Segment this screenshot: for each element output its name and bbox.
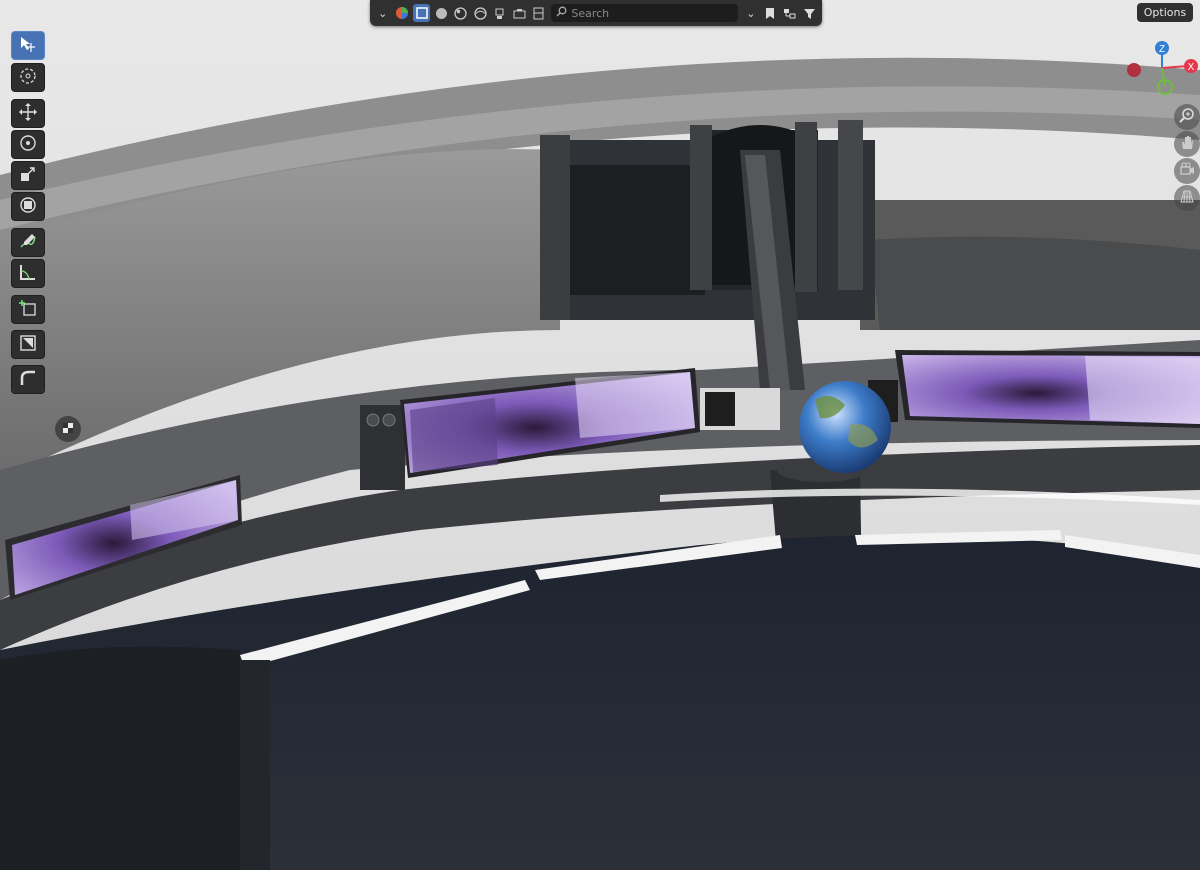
transform-tool[interactable]: [11, 192, 45, 221]
crosshair-cursor-icon: [18, 66, 38, 90]
bend-icon: [18, 368, 38, 392]
chevron-down-icon[interactable]: ⌄: [742, 4, 759, 22]
rotate-tool[interactable]: [11, 130, 45, 159]
measure-tool[interactable]: [11, 259, 45, 288]
navigation-gizmo[interactable]: Z X: [1120, 36, 1200, 106]
checker-icon: [61, 420, 75, 439]
svg-text:X: X: [1188, 62, 1195, 73]
viewport-header: ⌄ Search ⌄: [370, 0, 822, 26]
zoom-button[interactable]: [1174, 104, 1200, 130]
transform-icon: [18, 195, 38, 219]
filter-icon[interactable]: [801, 4, 818, 22]
checker-toggle[interactable]: [55, 416, 81, 442]
shear-tool[interactable]: [11, 330, 45, 359]
scale-icon: [18, 164, 38, 188]
bookmark-icon[interactable]: [762, 4, 779, 22]
material-preview-icon[interactable]: [452, 4, 469, 22]
select-box-icon[interactable]: [412, 4, 431, 22]
pan-button[interactable]: [1174, 131, 1200, 157]
rotate-icon: [18, 133, 38, 157]
pencil-icon: [18, 231, 38, 255]
annotate-tool[interactable]: [11, 228, 45, 257]
add-cube-icon: [18, 298, 38, 322]
search-icon: [556, 6, 567, 20]
svg-text:Z: Z: [1159, 44, 1165, 55]
shear-icon: [18, 333, 38, 357]
editor-type-chevron-icon[interactable]: ⌄: [374, 4, 391, 22]
camera-view-icon: [1179, 161, 1195, 181]
camera-view-button[interactable]: [1174, 158, 1200, 184]
add-cube-tool[interactable]: [11, 295, 45, 324]
grid-ortho-icon: [1179, 188, 1195, 208]
ruler-icon: [18, 262, 38, 286]
ortho-toggle-button[interactable]: [1174, 185, 1200, 211]
rendered-shading-icon[interactable]: [471, 4, 488, 22]
material-ball-icon[interactable]: [393, 4, 410, 22]
select-cursor-icon: [18, 34, 38, 58]
search-placeholder: Search: [571, 6, 610, 20]
bend-tool[interactable]: [11, 365, 45, 394]
search-input[interactable]: Search: [551, 4, 739, 22]
move-arrows-icon: [18, 102, 38, 126]
solid-shading-icon[interactable]: [432, 4, 449, 22]
view-layer-icon[interactable]: [781, 4, 798, 22]
scale-tool[interactable]: [11, 161, 45, 190]
film-icon[interactable]: [530, 4, 547, 22]
hand-pan-icon: [1179, 134, 1195, 154]
camera-icon[interactable]: [510, 4, 527, 22]
options-button[interactable]: Options: [1137, 3, 1193, 22]
3d-viewport[interactable]: ⌄ Search ⌄ Options Z X: [0, 0, 1200, 870]
neg-x-axis-icon: [1127, 63, 1141, 77]
light-icon[interactable]: [491, 4, 508, 22]
zoom-icon: [1179, 107, 1195, 127]
select-box-tool[interactable]: [11, 31, 45, 60]
cursor-tool[interactable]: [11, 63, 45, 92]
scene-render: [0, 0, 1200, 870]
move-tool[interactable]: [11, 99, 45, 128]
